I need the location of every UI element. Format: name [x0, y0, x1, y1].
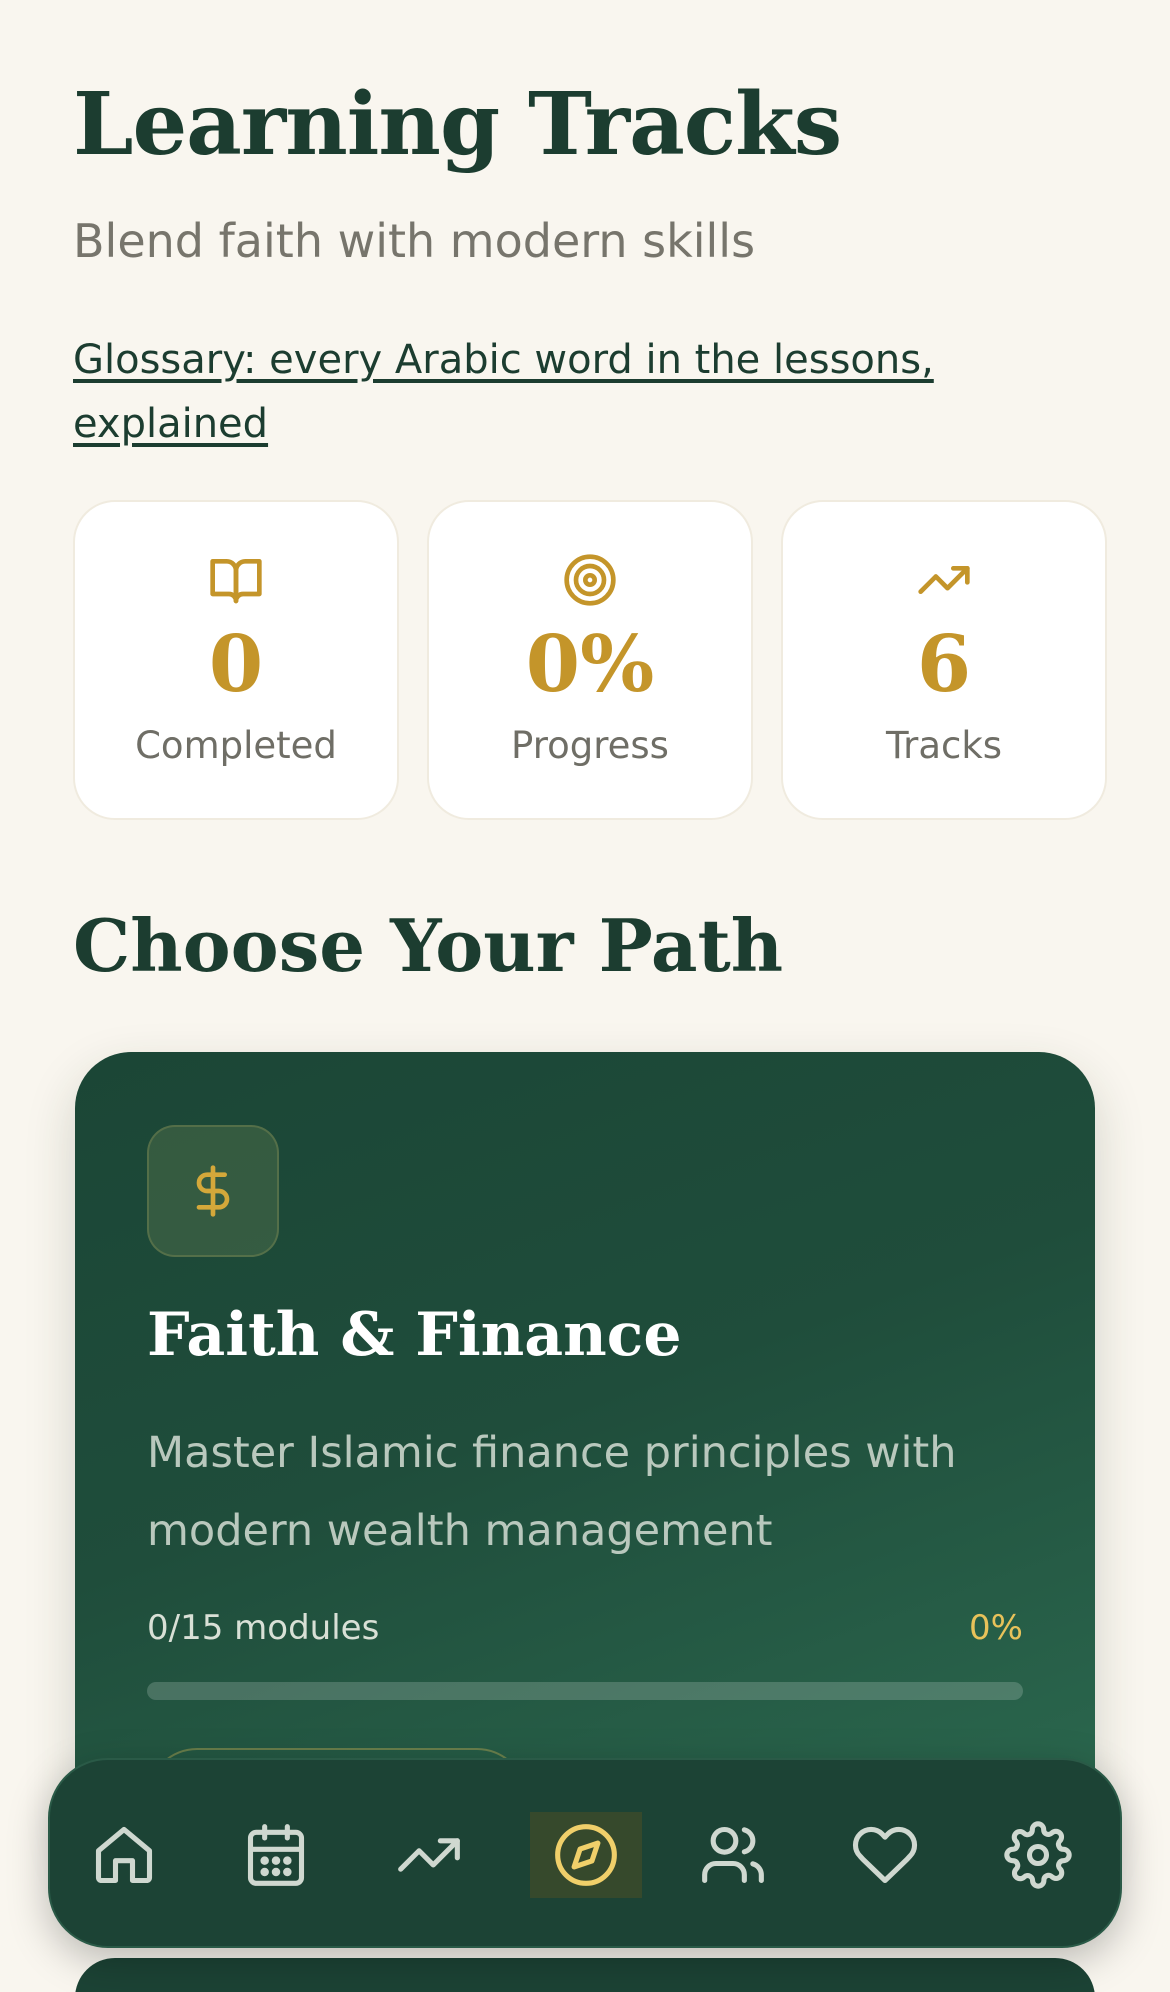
nav-explore[interactable]	[530, 1812, 642, 1898]
track-card-next[interactable]	[75, 1958, 1095, 1992]
dollar-icon	[147, 1125, 279, 1257]
nav-progress[interactable]	[373, 1812, 485, 1898]
track-description: Master Islamic finance principles with m…	[147, 1428, 957, 1556]
nav-favorites[interactable]	[829, 1812, 941, 1898]
nav-home[interactable]	[68, 1812, 180, 1898]
settings-icon	[1004, 1821, 1072, 1889]
users-icon	[702, 1826, 764, 1884]
stat-label: Progress	[511, 724, 669, 767]
track-modules-count: 0/15 modules	[147, 1608, 380, 1648]
trending-up-icon	[783, 552, 1105, 608]
calendar-icon	[247, 1824, 305, 1886]
page-subtitle: Blend faith with modern skills	[73, 214, 756, 268]
heart-icon	[852, 1826, 918, 1884]
trending-up-icon	[398, 1838, 460, 1872]
learning-tracks-screen: Learning Tracks Blend faith with modern …	[0, 0, 1170, 1992]
compass-icon	[555, 1824, 617, 1886]
stat-value: 6	[916, 619, 972, 710]
stat-label: Completed	[135, 724, 337, 767]
home-icon	[95, 1826, 153, 1884]
stat-value: 0	[208, 619, 264, 710]
stats-row: 0 Completed 0% Progress 6 Tracks	[73, 500, 1107, 820]
target-icon	[429, 552, 751, 608]
track-progress-bar	[147, 1682, 1023, 1700]
track-progress-percent: 0%	[969, 1608, 1023, 1648]
glossary-link[interactable]: Glossary: every Arabic word in the lesso…	[73, 328, 973, 456]
track-card-faith-finance[interactable]: Faith & Finance Master Islamic finance p…	[75, 1052, 1095, 1872]
nav-community[interactable]	[677, 1812, 789, 1898]
stat-card-tracks: 6 Tracks	[781, 500, 1107, 820]
section-title: Choose Your Path	[73, 903, 784, 988]
nav-calendar[interactable]	[220, 1812, 332, 1898]
stat-card-completed: 0 Completed	[73, 500, 399, 820]
nav-settings[interactable]	[982, 1812, 1094, 1898]
book-open-icon	[75, 552, 397, 608]
stat-value: 0%	[525, 619, 655, 710]
bottom-nav	[48, 1758, 1122, 1948]
stat-label: Tracks	[885, 724, 1003, 767]
stat-card-progress: 0% Progress	[427, 500, 753, 820]
track-title: Faith & Finance	[147, 1300, 682, 1370]
page-title: Learning Tracks	[73, 74, 842, 175]
